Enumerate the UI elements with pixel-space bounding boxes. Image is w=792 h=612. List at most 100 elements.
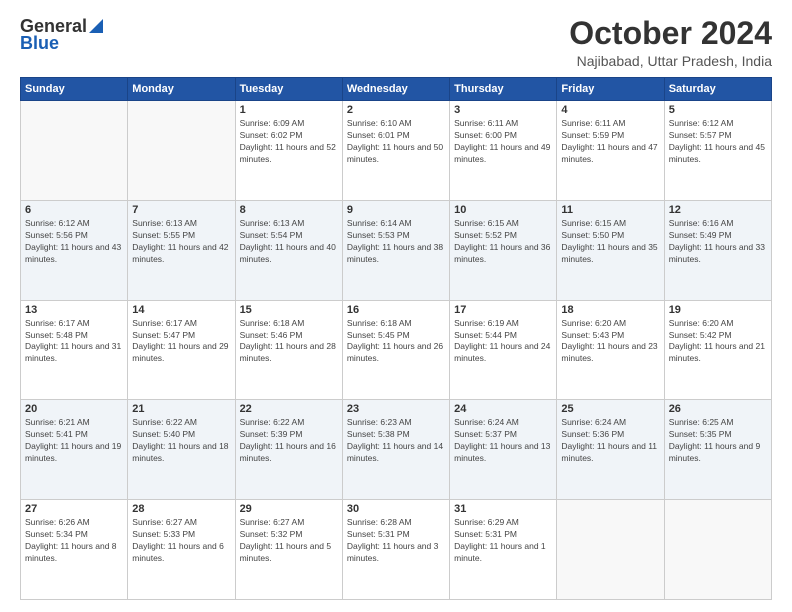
day-info: Sunrise: 6:24 AM Sunset: 5:37 PM Dayligh… [454, 417, 552, 465]
day-header: Tuesday [235, 78, 342, 101]
header-row: SundayMondayTuesdayWednesdayThursdayFrid… [21, 78, 772, 101]
day-info: Sunrise: 6:22 AM Sunset: 5:40 PM Dayligh… [132, 417, 230, 465]
calendar-cell: 31Sunrise: 6:29 AM Sunset: 5:31 PM Dayli… [450, 500, 557, 600]
day-number: 13 [25, 304, 123, 316]
day-number: 20 [25, 403, 123, 415]
day-header: Sunday [21, 78, 128, 101]
calendar-cell: 14 Sunrise: 6:17 AM Sunset: 5:47 PM Dayli… [128, 300, 235, 400]
day-header: Monday [128, 78, 235, 101]
calendar-cell [557, 500, 664, 600]
calendar-cell: 7 Sunrise: 6:13 AM Sunset: 5:55 PM Daylig… [128, 200, 235, 300]
calendar-cell: 27 Sunrise: 6:26 AM Sunset: 5:34 PM Dayli… [21, 500, 128, 600]
day-number: 11 [561, 204, 659, 216]
day-number: 29 [240, 503, 338, 515]
day-number: 5 [669, 104, 767, 116]
calendar-cell: 21 Sunrise: 6:22 AM Sunset: 5:40 PM Dayli… [128, 400, 235, 500]
calendar-cell [128, 101, 235, 201]
day-info: Sunrise: 6:20 AM Sunset: 5:42 PM Dayligh… [669, 318, 767, 366]
calendar-cell: 26Sunrise: 6:25 AM Sunset: 5:35 PM Dayli… [664, 400, 771, 500]
day-info: Sunrise: 6:27 AM Sunset: 5:32 PM Dayligh… [240, 517, 338, 565]
day-number: 9 [347, 204, 445, 216]
day-info: Sunrise: 6:13 AM Sunset: 5:55 PM Dayligh… [132, 218, 230, 266]
day-info: Sunrise: 6:26 AM Sunset: 5:34 PM Dayligh… [25, 517, 123, 565]
calendar-cell: 28Sunrise: 6:27 AM Sunset: 5:33 PM Dayli… [128, 500, 235, 600]
day-info: Sunrise: 6:10 AM Sunset: 6:01 PM Dayligh… [347, 118, 445, 166]
day-info: Sunrise: 6:17 AM Sunset: 5:48 PM Dayligh… [25, 318, 123, 366]
day-number: 24 [454, 403, 552, 415]
calendar-cell [21, 101, 128, 201]
calendar-week-row: 13 Sunrise: 6:17 AM Sunset: 5:48 PM Dayli… [21, 300, 772, 400]
day-info: Sunrise: 6:09 AM Sunset: 6:02 PM Dayligh… [240, 118, 338, 166]
calendar-cell: 23 Sunrise: 6:23 AM Sunset: 5:38 PM Dayli… [342, 400, 449, 500]
day-number: 21 [132, 403, 230, 415]
calendar-cell: 30 Sunrise: 6:28 AM Sunset: 5:31 PM Dayli… [342, 500, 449, 600]
main-title: October 2024 [569, 16, 772, 51]
day-info: Sunrise: 6:11 AM Sunset: 5:59 PM Dayligh… [561, 118, 659, 166]
day-number: 3 [454, 104, 552, 116]
logo-blue: Blue [20, 33, 59, 54]
day-header: Friday [557, 78, 664, 101]
calendar-cell: 8Sunrise: 6:13 AM Sunset: 5:54 PM Daylig… [235, 200, 342, 300]
day-info: Sunrise: 6:20 AM Sunset: 5:43 PM Dayligh… [561, 318, 659, 366]
calendar-cell: 18 Sunrise: 6:20 AM Sunset: 5:43 PM Dayli… [557, 300, 664, 400]
day-info: Sunrise: 6:18 AM Sunset: 5:46 PM Dayligh… [240, 318, 338, 366]
calendar-week-row: 6 Sunrise: 6:12 AM Sunset: 5:56 PM Daylig… [21, 200, 772, 300]
day-header: Saturday [664, 78, 771, 101]
page: General Blue October 2024 Najibabad, Utt… [0, 0, 792, 612]
calendar-cell: 11 Sunrise: 6:15 AM Sunset: 5:50 PM Dayli… [557, 200, 664, 300]
day-number: 17 [454, 304, 552, 316]
calendar-cell: 5 Sunrise: 6:12 AM Sunset: 5:57 PM Daylig… [664, 101, 771, 201]
calendar-cell: 12Sunrise: 6:16 AM Sunset: 5:49 PM Dayli… [664, 200, 771, 300]
day-number: 27 [25, 503, 123, 515]
day-info: Sunrise: 6:18 AM Sunset: 5:45 PM Dayligh… [347, 318, 445, 366]
day-info: Sunrise: 6:12 AM Sunset: 5:57 PM Dayligh… [669, 118, 767, 166]
day-number: 1 [240, 104, 338, 116]
day-header: Wednesday [342, 78, 449, 101]
day-info: Sunrise: 6:23 AM Sunset: 5:38 PM Dayligh… [347, 417, 445, 465]
day-info: Sunrise: 6:15 AM Sunset: 5:50 PM Dayligh… [561, 218, 659, 266]
day-number: 14 [132, 304, 230, 316]
day-info: Sunrise: 6:21 AM Sunset: 5:41 PM Dayligh… [25, 417, 123, 465]
calendar-cell: 16 Sunrise: 6:18 AM Sunset: 5:45 PM Dayli… [342, 300, 449, 400]
day-number: 23 [347, 403, 445, 415]
day-number: 25 [561, 403, 659, 415]
day-info: Sunrise: 6:16 AM Sunset: 5:49 PM Dayligh… [669, 218, 767, 266]
day-number: 16 [347, 304, 445, 316]
day-number: 18 [561, 304, 659, 316]
sub-title: Najibabad, Uttar Pradesh, India [569, 53, 772, 69]
day-header: Thursday [450, 78, 557, 101]
day-info: Sunrise: 6:17 AM Sunset: 5:47 PM Dayligh… [132, 318, 230, 366]
day-number: 28 [132, 503, 230, 515]
calendar-cell: 20 Sunrise: 6:21 AM Sunset: 5:41 PM Dayli… [21, 400, 128, 500]
day-number: 2 [347, 104, 445, 116]
day-info: Sunrise: 6:19 AM Sunset: 5:44 PM Dayligh… [454, 318, 552, 366]
day-info: Sunrise: 6:24 AM Sunset: 5:36 PM Dayligh… [561, 417, 659, 465]
calendar-cell [664, 500, 771, 600]
day-info: Sunrise: 6:11 AM Sunset: 6:00 PM Dayligh… [454, 118, 552, 166]
calendar-cell: 19 Sunrise: 6:20 AM Sunset: 5:42 PM Dayli… [664, 300, 771, 400]
calendar-cell: 13 Sunrise: 6:17 AM Sunset: 5:48 PM Dayli… [21, 300, 128, 400]
day-info: Sunrise: 6:14 AM Sunset: 5:53 PM Dayligh… [347, 218, 445, 266]
calendar-week-row: 27 Sunrise: 6:26 AM Sunset: 5:34 PM Dayli… [21, 500, 772, 600]
day-number: 8 [240, 204, 338, 216]
calendar-cell: 4Sunrise: 6:11 AM Sunset: 5:59 PM Daylig… [557, 101, 664, 201]
calendar-cell: 22Sunrise: 6:22 AM Sunset: 5:39 PM Dayli… [235, 400, 342, 500]
day-number: 6 [25, 204, 123, 216]
logo-triangle-icon [89, 19, 103, 33]
day-info: Sunrise: 6:28 AM Sunset: 5:31 PM Dayligh… [347, 517, 445, 565]
day-number: 30 [347, 503, 445, 515]
day-info: Sunrise: 6:12 AM Sunset: 5:56 PM Dayligh… [25, 218, 123, 266]
calendar-cell: 3 Sunrise: 6:11 AM Sunset: 6:00 PM Daylig… [450, 101, 557, 201]
header: General Blue October 2024 Najibabad, Utt… [20, 16, 772, 69]
day-number: 7 [132, 204, 230, 216]
calendar-week-row: 1 Sunrise: 6:09 AM Sunset: 6:02 PM Daylig… [21, 101, 772, 201]
day-info: Sunrise: 6:25 AM Sunset: 5:35 PM Dayligh… [669, 417, 767, 465]
day-number: 19 [669, 304, 767, 316]
calendar-cell: 29 Sunrise: 6:27 AM Sunset: 5:32 PM Dayli… [235, 500, 342, 600]
calendar-cell: 15 Sunrise: 6:18 AM Sunset: 5:46 PM Dayli… [235, 300, 342, 400]
calendar-week-row: 20 Sunrise: 6:21 AM Sunset: 5:41 PM Dayli… [21, 400, 772, 500]
day-info: Sunrise: 6:22 AM Sunset: 5:39 PM Dayligh… [240, 417, 338, 465]
day-number: 15 [240, 304, 338, 316]
calendar-cell: 9 Sunrise: 6:14 AM Sunset: 5:53 PM Daylig… [342, 200, 449, 300]
calendar-cell: 2 Sunrise: 6:10 AM Sunset: 6:01 PM Daylig… [342, 101, 449, 201]
